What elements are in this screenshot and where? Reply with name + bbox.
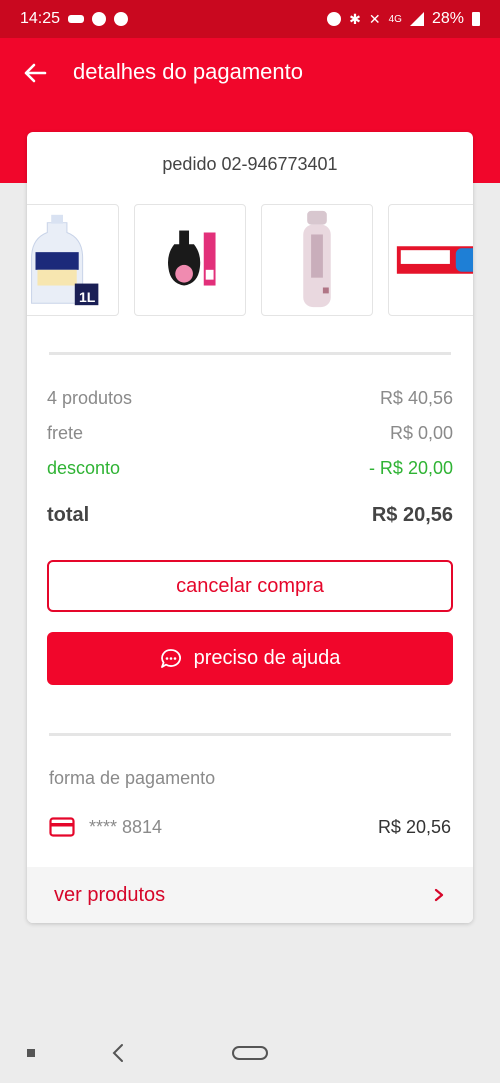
nav-back-icon[interactable] — [110, 1043, 126, 1063]
network-type: 4G — [388, 13, 402, 25]
total-row: total R$ 20,56 — [47, 504, 453, 527]
payment-method-label: forma de pagamento — [49, 768, 216, 788]
product-carousel[interactable]: 1L — [27, 204, 473, 316]
notification-icon-2 — [114, 12, 129, 26]
product-image-colgate — [396, 246, 473, 274]
home-icon[interactable] — [232, 1046, 268, 1060]
discount-label: desconto — [47, 458, 121, 478]
status-time: 14:25 — [20, 10, 61, 27]
total-value: R$ 20,56 — [371, 504, 453, 526]
shipping-value: R$ 0,00 — [389, 423, 453, 443]
product-thumbnail[interactable] — [388, 204, 473, 316]
product-badge: 1L — [79, 289, 96, 305]
product-thumbnail[interactable] — [134, 204, 246, 316]
arrow-left-icon[interactable] — [20, 58, 50, 88]
help-button[interactable]: preciso de ajuda — [47, 632, 453, 685]
chat-bubble-icon — [160, 648, 181, 668]
status-right: ✱ ✕ 4G 28% — [327, 10, 480, 28]
bluetooth-icon: ✱ — [349, 10, 361, 27]
total-label: total — [47, 504, 90, 526]
section-divider — [49, 352, 451, 355]
mute-icon: ✕ — [368, 10, 381, 27]
payment-amount: R$ 20,56 — [377, 816, 451, 837]
view-products-link[interactable]: ver produtos — [27, 867, 473, 923]
product-thumbnail[interactable] — [261, 204, 373, 316]
payment-details-card: pedido 02-946773401 1L 4 produtos R$ 40,… — [27, 132, 473, 923]
notification-icon — [92, 12, 107, 26]
chevron-right-icon — [434, 888, 444, 902]
product-image-comfort-concentrado — [168, 230, 216, 286]
product-image-monange — [303, 210, 331, 308]
products-row: 4 produtos R$ 40,56 — [47, 388, 453, 409]
discount-value: - R$ 20,00 — [368, 458, 453, 478]
rotate-icon — [327, 12, 342, 26]
status-bar: 14:25 ✱ ✕ 4G 28% — [0, 0, 500, 38]
battery-percent: 28% — [431, 10, 464, 27]
order-id: pedido 02-946773401 — [162, 154, 338, 174]
battery-icon — [472, 12, 480, 26]
discount-row: desconto - R$ 20,00 — [47, 458, 453, 479]
recents-icon[interactable] — [27, 1049, 35, 1057]
product-thumbnail[interactable]: 1L — [27, 204, 119, 316]
section-divider — [49, 733, 451, 736]
shipping-label: frete — [47, 423, 84, 443]
page-title: detalhes do pagamento — [73, 59, 303, 84]
status-left: 14:25 — [20, 10, 129, 28]
voicemail-icon — [68, 15, 85, 23]
help-button-label: preciso de ajuda — [193, 647, 341, 669]
system-nav-bar — [0, 1023, 500, 1083]
credit-card-icon — [49, 817, 75, 837]
product-image-comfort — [31, 214, 99, 306]
products-value: R$ 40,56 — [379, 388, 453, 408]
shipping-row: frete R$ 0,00 — [47, 423, 453, 444]
card-number: **** 8814 — [89, 816, 163, 837]
payment-method-row: **** 8814 R$ 20,56 — [49, 814, 451, 840]
signal-icon — [409, 12, 424, 26]
products-label: 4 produtos — [47, 388, 133, 408]
view-products-label: ver produtos — [54, 883, 166, 906]
cancel-purchase-button[interactable]: cancelar compra — [47, 560, 453, 612]
